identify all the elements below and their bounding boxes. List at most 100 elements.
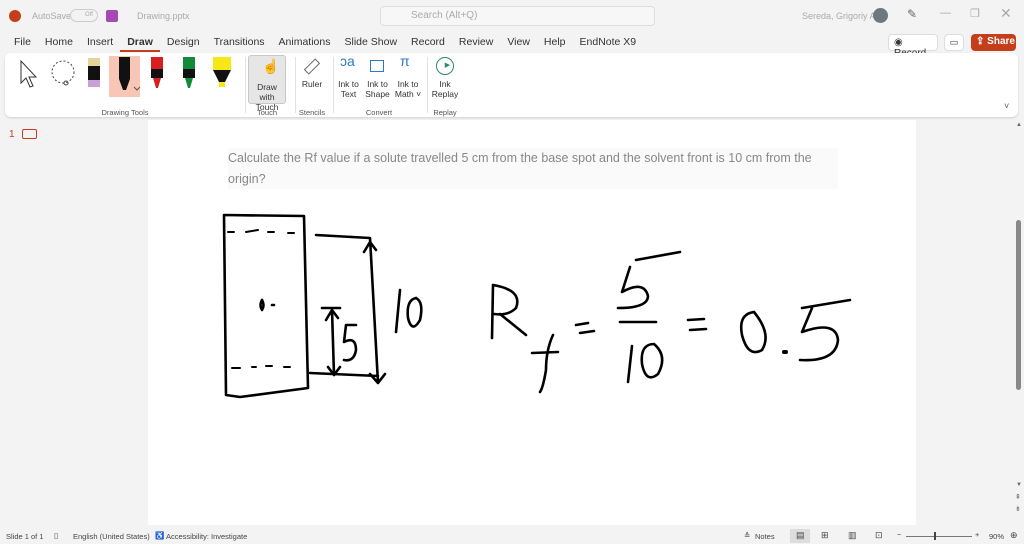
- eraser-icon[interactable]: [87, 57, 101, 89]
- toggle-state: Off: [85, 12, 93, 18]
- spelling-icon[interactable]: ▯: [54, 531, 58, 540]
- tab-animations[interactable]: Animations: [272, 34, 338, 52]
- highlighter-icon[interactable]: [212, 56, 232, 90]
- zoom-level[interactable]: 90%: [989, 532, 1004, 541]
- group-touch: Touch: [256, 108, 277, 117]
- five-cm-arrow: [320, 306, 342, 377]
- accessibility-icon[interactable]: ♿: [155, 531, 164, 540]
- minimize-icon[interactable]: —: [940, 7, 951, 19]
- tab-design[interactable]: Design: [160, 34, 207, 52]
- ink-to-text-label: Ink to Text: [338, 79, 359, 99]
- tab-home[interactable]: Home: [38, 34, 80, 52]
- fit-slide-icon[interactable]: ⊕: [1010, 530, 1018, 541]
- group-replay: Replay: [433, 108, 457, 117]
- numerator-5: [616, 250, 682, 310]
- slideshow-icon[interactable]: ⊡: [875, 530, 883, 541]
- draw-with-touch-button[interactable]: ☝ Draw with Touch: [248, 55, 286, 112]
- slide-canvas[interactable]: Calculate the Rf value if a solute trave…: [148, 120, 916, 525]
- ink-to-math-icon: π: [400, 53, 410, 69]
- tab-transitions[interactable]: Transitions: [207, 34, 272, 52]
- ink-replay-button[interactable]: ▶ Ink Replay: [430, 55, 460, 99]
- group-drawing-tools: Drawing Tools: [101, 108, 149, 117]
- scroll-up-icon[interactable]: ▲: [1016, 122, 1022, 128]
- ruler-button[interactable]: Ruler: [297, 55, 327, 89]
- reading-view-icon[interactable]: ▥: [848, 530, 857, 541]
- tab-file[interactable]: File: [7, 34, 38, 52]
- vertical-scrollbar[interactable]: ▲ ▼ ⇞ ⇟: [1014, 120, 1024, 525]
- tab-insert[interactable]: Insert: [80, 34, 120, 52]
- tab-record[interactable]: Record: [404, 34, 452, 52]
- avatar[interactable]: [873, 8, 888, 23]
- ink-replay-label: Ink Replay: [431, 79, 459, 99]
- denominator-10: [626, 342, 664, 384]
- ink-to-shape-button[interactable]: Ink to Shape: [364, 55, 391, 99]
- ink-to-text-icon: ↄa: [340, 53, 355, 69]
- digit-5-large: [798, 298, 852, 362]
- handwritten-ink: [222, 213, 852, 399]
- autosave-toggle[interactable]: Off: [70, 9, 98, 22]
- restore-icon[interactable]: ❐: [970, 7, 980, 20]
- spot-drawing: [259, 298, 276, 312]
- select-pointer-icon[interactable]: [17, 59, 41, 89]
- tab-review[interactable]: Review: [452, 34, 500, 52]
- green-pen-icon[interactable]: [182, 56, 196, 90]
- file-name[interactable]: Drawing.pptx: [137, 11, 190, 21]
- solvent-front-dots: [227, 229, 295, 234]
- title-bar: AutoSave Off Drawing.pptx Search (Alt+Q)…: [0, 0, 1024, 32]
- tab-draw[interactable]: Draw: [120, 34, 160, 52]
- normal-view-icon: ▤: [796, 530, 805, 540]
- ink-to-math-button[interactable]: π Ink to Math ˅: [393, 53, 423, 99]
- black-pen-icon: [119, 57, 141, 91]
- ink-to-shape-label: Ink to Shape: [365, 79, 390, 99]
- ruler-icon: [303, 58, 321, 75]
- pen-icon[interactable]: ✎: [907, 7, 917, 21]
- scroll-down-icon[interactable]: ▼: [1016, 482, 1022, 488]
- touch-hand-icon: ☝: [262, 58, 280, 74]
- letter-R: [490, 283, 528, 340]
- base-line-dots: [231, 365, 291, 369]
- tab-view[interactable]: View: [500, 34, 537, 52]
- previous-slide-icon[interactable]: ⇞: [1015, 493, 1021, 501]
- tab-slide-show[interactable]: Slide Show: [338, 34, 405, 52]
- slide-thumbnail-number: 1: [9, 129, 15, 140]
- ribbon-tabs: File Home Insert Draw Design Transitions…: [7, 34, 643, 52]
- group-stencils: Stencils: [298, 108, 326, 117]
- ink-to-text-button[interactable]: ↄa Ink to Text: [335, 53, 362, 99]
- collapse-ribbon-icon[interactable]: ˅: [1004, 101, 1009, 111]
- accessibility-status[interactable]: Accessibility: Investigate: [166, 532, 247, 541]
- comments-button[interactable]: ▭: [944, 34, 964, 51]
- zoom-in-icon[interactable]: +: [975, 530, 979, 539]
- share-label: Share: [987, 36, 1015, 47]
- slide-sorter-icon[interactable]: ⊞: [821, 530, 829, 541]
- save-icon[interactable]: [106, 10, 118, 22]
- user-name: Sereda, Grigoriy A: [802, 11, 876, 21]
- zoom-out-icon[interactable]: −: [897, 530, 901, 539]
- notes-button[interactable]: Notes: [755, 532, 775, 541]
- zoom-slider[interactable]: [906, 536, 972, 537]
- ink-to-math-label: Ink to Math: [394, 79, 419, 99]
- red-pen-icon[interactable]: [150, 56, 164, 90]
- lasso-select-icon[interactable]: [49, 59, 79, 89]
- record-button[interactable]: ◉ Record: [888, 34, 938, 59]
- powerpoint-logo-icon: [9, 10, 21, 22]
- search-placeholder: Search (Alt+Q): [411, 10, 478, 21]
- ruler-label: Ruler: [301, 79, 323, 89]
- close-icon[interactable]: ✕: [1000, 5, 1012, 22]
- language[interactable]: English (United States): [73, 532, 150, 541]
- scrollbar-thumb[interactable]: [1016, 220, 1021, 390]
- tlc-plate-drawing: [222, 213, 310, 399]
- search-input[interactable]: Search (Alt+Q): [380, 6, 655, 26]
- label-10: [394, 288, 423, 334]
- notes-icon[interactable]: ≙: [744, 531, 750, 540]
- next-slide-icon[interactable]: ⇟: [1015, 505, 1021, 513]
- zoom-slider-thumb[interactable]: [934, 532, 936, 540]
- equals-1: [574, 321, 596, 335]
- ribbon: Drawing Tools ☝ Draw with Touch Touch Rul…: [5, 53, 1018, 117]
- letter-f: [530, 333, 560, 394]
- slide-thumbnail[interactable]: [22, 129, 37, 139]
- equals-2: [686, 317, 708, 332]
- share-button[interactable]: ⇪ Share: [971, 34, 1016, 51]
- tab-endnote[interactable]: EndNote X9: [573, 34, 644, 52]
- tab-help[interactable]: Help: [537, 34, 573, 52]
- ink-to-shape-icon: [370, 60, 384, 72]
